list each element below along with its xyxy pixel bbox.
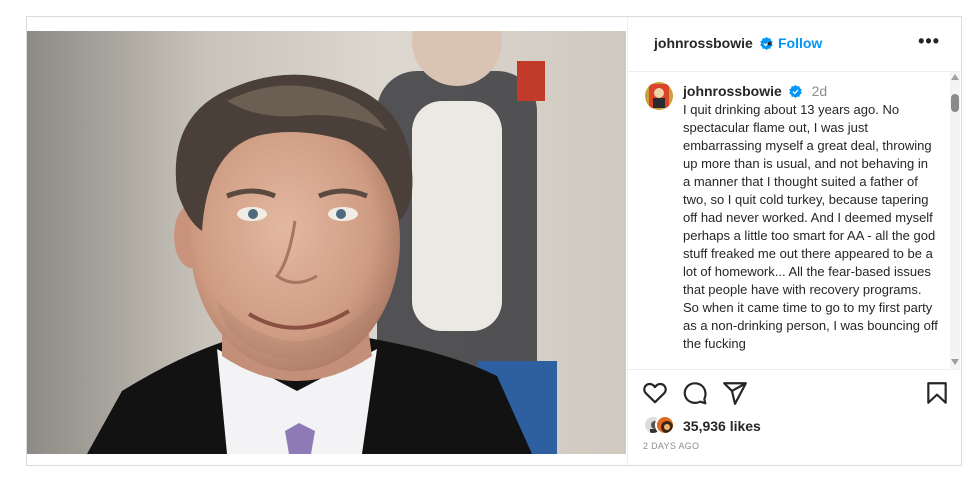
scroll-up-arrow-icon[interactable] (951, 74, 959, 80)
comment-icon[interactable] (682, 380, 708, 406)
caption-time[interactable]: 2d (812, 83, 828, 99)
caption-text: I quit drinking about 13 years ago. No s… (683, 102, 938, 351)
post-date[interactable]: 2 DAYS AGO (643, 441, 699, 451)
caption-scrollbar[interactable] (950, 72, 960, 369)
scrollbar-thumb[interactable] (951, 94, 959, 112)
likes-count[interactable]: 35,936 likes (683, 418, 761, 434)
liker-avatar[interactable] (655, 415, 675, 435)
bookmark-icon[interactable] (924, 380, 950, 406)
caption-verified-badge-icon (788, 85, 802, 98)
caption-header: johnrossbowie 2d (683, 83, 827, 99)
caption-area[interactable]: johnrossbowie 2d I quit drinking about 1… (628, 72, 962, 370)
post-photo-image (27, 31, 626, 454)
liker-avatar-image (657, 417, 673, 433)
post-side-panel: johnrossbowie • Follow ••• johnrossbowie… (627, 17, 962, 465)
avatar[interactable] (645, 82, 673, 110)
instagram-post: johnrossbowie • Follow ••• johnrossbowie… (26, 16, 962, 466)
header-username[interactable]: johnrossbowie (654, 35, 773, 51)
caption-username[interactable]: johnrossbowie (683, 83, 782, 99)
post-header: johnrossbowie • Follow ••• (628, 17, 962, 72)
post-photo[interactable] (27, 31, 626, 454)
more-options-icon[interactable]: ••• (918, 31, 940, 52)
action-bar (628, 380, 962, 410)
header-username-text[interactable]: johnrossbowie (654, 35, 753, 51)
follow-button[interactable]: Follow (778, 35, 822, 51)
scroll-down-arrow-icon[interactable] (951, 359, 959, 365)
avatar-image (645, 82, 673, 110)
header-separator: • (767, 35, 772, 51)
heart-icon[interactable] (642, 380, 668, 406)
share-icon[interactable] (722, 380, 748, 406)
